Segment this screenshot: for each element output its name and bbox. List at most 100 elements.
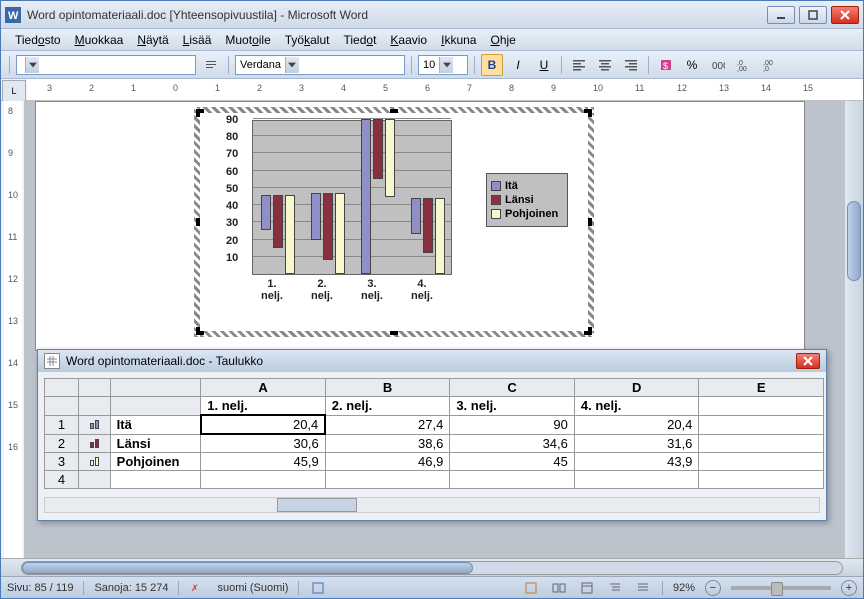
x-axis-label: 3. nelj. bbox=[352, 278, 392, 302]
italic-button[interactable]: I bbox=[507, 54, 529, 76]
menu-muotoile[interactable]: Muotoile bbox=[219, 31, 276, 49]
y-axis-label: 40 bbox=[226, 200, 238, 212]
menu-työkalut[interactable]: Työkalut bbox=[279, 31, 336, 49]
view-web-icon[interactable] bbox=[578, 579, 596, 597]
data-cell[interactable]: 31,6 bbox=[574, 434, 699, 453]
col-header[interactable]: E bbox=[699, 379, 824, 397]
data-cell[interactable] bbox=[699, 471, 824, 489]
align-right-button[interactable] bbox=[620, 54, 642, 76]
row-label[interactable]: Länsi bbox=[110, 434, 201, 453]
view-read-icon[interactable] bbox=[550, 579, 568, 597]
data-cell[interactable]: 43,9 bbox=[574, 453, 699, 471]
row-label[interactable] bbox=[110, 471, 201, 489]
quarter-header[interactable]: 2. nelj. bbox=[325, 397, 450, 416]
view-draft-icon[interactable] bbox=[634, 579, 652, 597]
data-cell[interactable]: 45 bbox=[450, 453, 575, 471]
row-number[interactable]: 3 bbox=[45, 453, 79, 471]
underline-button[interactable]: U bbox=[533, 54, 555, 76]
data-cell[interactable] bbox=[699, 415, 824, 434]
data-cell[interactable] bbox=[699, 434, 824, 453]
row-number[interactable]: 2 bbox=[45, 434, 79, 453]
status-page[interactable]: Sivu: 85 / 119 bbox=[7, 582, 73, 594]
datasheet-hscrollbar[interactable] bbox=[44, 497, 820, 513]
data-cell[interactable]: 20,4 bbox=[201, 415, 326, 434]
quarter-header[interactable]: 3. nelj. bbox=[450, 397, 575, 416]
quarter-header[interactable]: 1. nelj. bbox=[201, 397, 326, 416]
bold-button[interactable]: B bbox=[481, 54, 503, 76]
x-axis-label: 2. nelj. bbox=[302, 278, 342, 302]
percent-button[interactable]: % bbox=[681, 54, 703, 76]
chevron-down-icon[interactable] bbox=[439, 57, 453, 73]
row-number[interactable]: 4 bbox=[45, 471, 79, 489]
chart-object[interactable]: ItäLänsiPohjoinen 1020304050607080901. n… bbox=[194, 107, 594, 337]
col-header[interactable]: D bbox=[574, 379, 699, 397]
document-area: 8910111213141516 ItäLänsiPohjoinen 10203… bbox=[1, 101, 863, 558]
row-color-icon bbox=[78, 471, 110, 489]
data-cell[interactable]: 27,4 bbox=[325, 415, 450, 434]
chevron-down-icon[interactable] bbox=[285, 57, 299, 73]
menu-lisää[interactable]: Lisää bbox=[177, 31, 218, 49]
row-number[interactable]: 1 bbox=[45, 415, 79, 434]
close-button[interactable] bbox=[831, 6, 859, 24]
font-combo[interactable]: Verdana bbox=[235, 55, 405, 75]
view-outline-icon[interactable] bbox=[606, 579, 624, 597]
data-cell[interactable]: 90 bbox=[450, 415, 575, 434]
increase-decimal-button[interactable]: ,0,00 bbox=[733, 54, 755, 76]
fontsize-combo[interactable]: 10 bbox=[418, 55, 468, 75]
menu-tiedosto[interactable]: Tiedosto bbox=[9, 31, 67, 49]
align-left-button[interactable] bbox=[568, 54, 590, 76]
data-cell[interactable]: 38,6 bbox=[325, 434, 450, 453]
row-label[interactable]: Pohjoinen bbox=[110, 453, 201, 471]
row-label[interactable]: Itä bbox=[110, 415, 201, 434]
col-header[interactable]: A bbox=[201, 379, 326, 397]
data-cell[interactable]: 45,9 bbox=[201, 453, 326, 471]
quarter-header[interactable] bbox=[699, 397, 824, 416]
zoom-in-button[interactable]: + bbox=[841, 580, 857, 596]
menu-kaavio[interactable]: Kaavio bbox=[384, 31, 433, 49]
zoom-level[interactable]: 92% bbox=[673, 582, 695, 594]
style-combo[interactable] bbox=[16, 55, 196, 75]
data-cell[interactable] bbox=[450, 471, 575, 489]
bar bbox=[423, 198, 433, 252]
data-cell[interactable]: 30,6 bbox=[201, 434, 326, 453]
data-cell[interactable] bbox=[325, 471, 450, 489]
minimize-button[interactable] bbox=[767, 6, 795, 24]
chevron-down-icon[interactable] bbox=[25, 57, 39, 73]
vertical-scrollbar[interactable] bbox=[845, 101, 863, 558]
style-para-button[interactable] bbox=[200, 54, 222, 76]
maximize-button[interactable] bbox=[799, 6, 827, 24]
view-print-icon[interactable] bbox=[522, 579, 540, 597]
data-grid[interactable]: ABCDE 1. nelj.2. nelj.3. nelj.4. nelj. 1 It… bbox=[44, 378, 824, 489]
menu-ohje[interactable]: Ohje bbox=[484, 31, 521, 49]
decrease-decimal-button[interactable]: ,00,0 bbox=[759, 54, 781, 76]
ruler-corner[interactable]: L bbox=[2, 80, 26, 102]
datasheet-close-button[interactable] bbox=[796, 353, 820, 369]
datasheet-window[interactable]: Word opintomateriaali.doc - Taulukko ABC… bbox=[37, 349, 827, 521]
data-cell[interactable]: 46,9 bbox=[325, 453, 450, 471]
bar bbox=[435, 198, 445, 274]
menu-tiedot[interactable]: Tiedot bbox=[337, 31, 382, 49]
data-cell[interactable]: 34,6 bbox=[450, 434, 575, 453]
data-cell[interactable]: 20,4 bbox=[574, 415, 699, 434]
menu-muokkaa[interactable]: Muokkaa bbox=[69, 31, 130, 49]
col-header[interactable]: C bbox=[450, 379, 575, 397]
insert-mode-icon[interactable] bbox=[309, 579, 327, 597]
col-header[interactable]: B bbox=[325, 379, 450, 397]
status-words[interactable]: Sanoja: 15 274 bbox=[94, 582, 168, 594]
status-language[interactable]: suomi (Suomi) bbox=[217, 582, 288, 594]
spellcheck-icon[interactable]: ✗ bbox=[189, 579, 207, 597]
svg-text:,00: ,00 bbox=[737, 66, 747, 72]
comma-button[interactable]: 000 bbox=[707, 54, 729, 76]
horizontal-scrollbar[interactable] bbox=[1, 558, 863, 576]
currency-button[interactable]: $ bbox=[655, 54, 677, 76]
zoom-slider[interactable] bbox=[731, 586, 831, 590]
bar bbox=[261, 195, 271, 230]
quarter-header[interactable]: 4. nelj. bbox=[574, 397, 699, 416]
align-center-button[interactable] bbox=[594, 54, 616, 76]
menu-näytä[interactable]: Näytä bbox=[131, 31, 174, 49]
data-cell[interactable] bbox=[699, 453, 824, 471]
menu-ikkuna[interactable]: Ikkuna bbox=[435, 31, 482, 49]
zoom-out-button[interactable]: − bbox=[705, 580, 721, 596]
data-cell[interactable] bbox=[574, 471, 699, 489]
data-cell[interactable] bbox=[201, 471, 326, 489]
